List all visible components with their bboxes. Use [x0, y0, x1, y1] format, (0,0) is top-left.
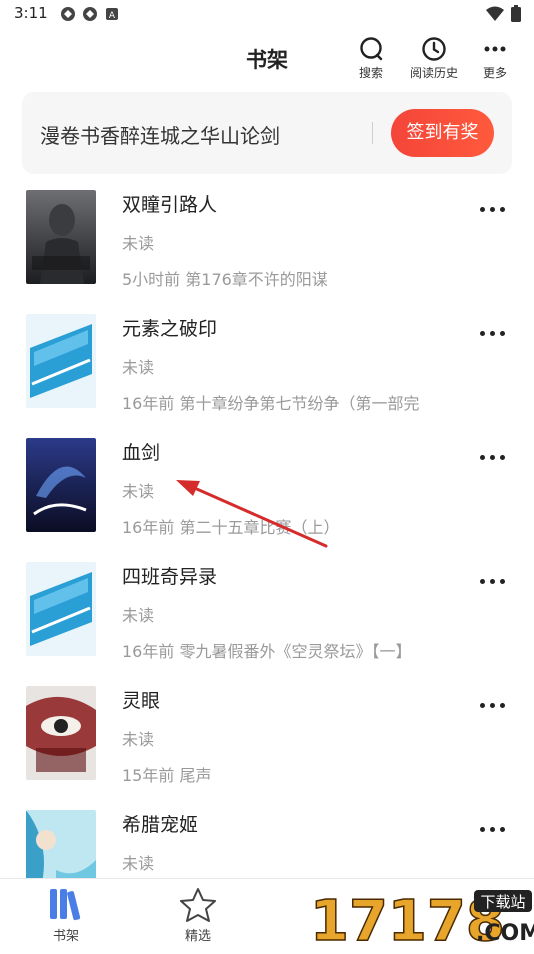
bookshelf-icon — [50, 889, 81, 921]
book-options-button[interactable] — [478, 204, 508, 216]
banner-divider — [372, 122, 373, 144]
book-read-status: 未读 — [122, 730, 155, 749]
book-item[interactable]: 元素之破印 未读 16年前 第十章纷争第七节纷争（第一部完 — [0, 302, 534, 426]
banner-text: 漫卷书香醉连城之华山论剑 — [40, 124, 280, 148]
app-notification-icon — [82, 6, 98, 22]
promo-banner[interactable]: 漫卷书香醉连城之华山论剑 签到有奖 — [22, 92, 512, 174]
book-item[interactable]: 四班奇异录 未读 16年前 零九暑假番外《空灵祭坛》【一】 — [0, 550, 534, 674]
book-title: 希腊宠姬 — [122, 814, 199, 836]
book-read-status: 未读 — [122, 234, 155, 253]
wifi-icon — [486, 6, 504, 21]
star-icon — [180, 888, 216, 922]
more-icon — [484, 46, 506, 52]
reading-history-label: 阅读历史 — [409, 66, 458, 80]
system-status-icons — [486, 5, 522, 23]
search-button[interactable]: 搜索 — [352, 36, 390, 81]
site-watermark: 17178 下载站 .COM — [308, 884, 534, 954]
book-read-status: 未读 — [122, 606, 155, 625]
book-cover[interactable] — [26, 438, 96, 532]
book-item[interactable]: 灵眼 未读 15年前 尾声 — [0, 674, 534, 798]
book-latest-chapter: 15年前 尾声 — [122, 766, 212, 785]
book-title: 灵眼 — [122, 690, 161, 712]
svg-text:A: A — [109, 11, 116, 21]
book-read-status: 未读 — [122, 854, 155, 873]
watermark-suffix: .COM — [476, 921, 534, 946]
book-latest-chapter: 16年前 第十章纷争第七节纷争（第一部完 — [122, 394, 420, 413]
book-latest-chapter: 16年前 第二十五章比赛（上） — [122, 518, 340, 537]
book-latest-chapter: 16年前 零九暑假番外《空灵祭坛》【一】 — [122, 642, 412, 661]
book-options-button[interactable] — [478, 576, 508, 588]
book-title: 血剑 — [122, 442, 161, 464]
more-label: 更多 — [482, 66, 507, 80]
book-title: 元素之破印 — [122, 318, 218, 340]
book-read-status: 未读 — [122, 358, 155, 377]
book-cover[interactable] — [26, 686, 96, 780]
tab-featured-label: 精选 — [184, 929, 211, 944]
tab-bookshelf-label: 书架 — [52, 929, 79, 944]
notification-icons: A — [60, 6, 120, 22]
book-options-button[interactable] — [478, 328, 508, 340]
book-item[interactable]: 血剑 未读 16年前 第二十五章比赛（上） — [0, 426, 534, 550]
app-header: 书架 搜索 阅读历史 更多 — [0, 28, 534, 88]
book-cover[interactable] — [26, 562, 96, 656]
book-read-status: 未读 — [122, 482, 155, 501]
book-latest-chapter: 5小时前 第176章不许的阳谋 — [122, 270, 328, 289]
book-options-button[interactable] — [478, 452, 508, 464]
a-notification-icon: A — [104, 6, 120, 22]
reading-history-button[interactable]: 阅读历史 — [404, 36, 464, 81]
book-title: 双瞳引路人 — [122, 194, 218, 216]
battery-icon — [511, 5, 521, 22]
book-cover[interactable] — [26, 190, 96, 284]
tab-featured[interactable]: 精选 — [158, 887, 238, 944]
book-cover[interactable] — [26, 314, 96, 408]
book-options-button[interactable] — [478, 824, 508, 836]
status-bar: 3:11 A — [0, 0, 534, 28]
clock-icon — [422, 37, 446, 61]
status-time: 3:11 — [14, 4, 48, 22]
book-item[interactable]: 双瞳引路人 未读 5小时前 第176章不许的阳谋 — [0, 178, 534, 302]
watermark-tag: 下载站 — [480, 893, 525, 911]
app-notification-icon — [60, 6, 76, 22]
book-options-button[interactable] — [478, 700, 508, 712]
book-title: 四班奇异录 — [122, 566, 218, 588]
tab-bookshelf[interactable]: 书架 — [26, 887, 106, 944]
more-button[interactable]: 更多 — [476, 36, 514, 81]
search-icon — [360, 37, 383, 61]
search-label: 搜索 — [358, 66, 383, 80]
checkin-reward-button[interactable]: 签到有奖 — [391, 109, 494, 157]
